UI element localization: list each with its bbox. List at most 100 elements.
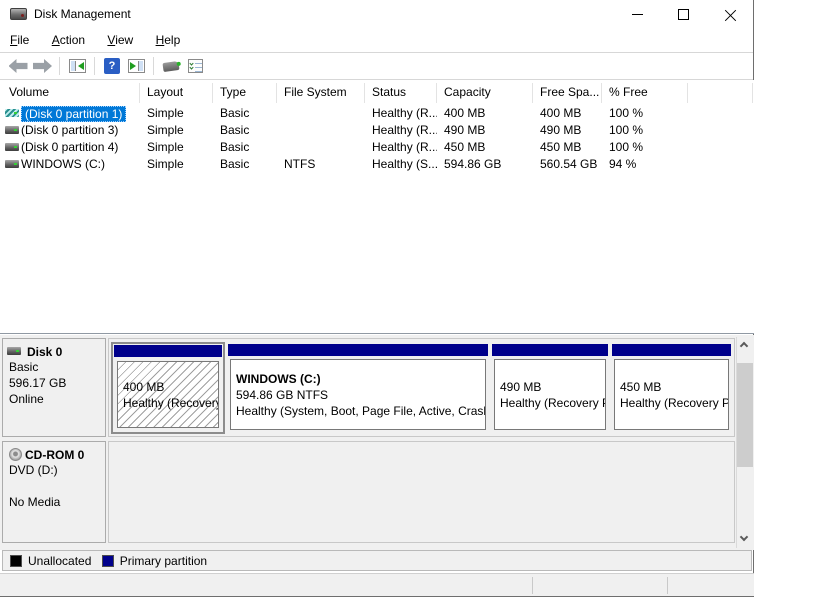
volume-row-disk0-partition1[interactable]: (Disk 0 partition 1) Simple Basic Health… xyxy=(0,105,754,122)
help-icon: ? xyxy=(104,58,120,74)
primary-partition-bar xyxy=(492,344,608,356)
back-icon xyxy=(9,59,28,73)
cell-file-system: NTFS xyxy=(277,156,365,173)
legend-label: Unallocated xyxy=(28,554,91,568)
cell-capacity: 594.86 GB xyxy=(437,156,533,173)
volume-name: (Disk 0 partition 1) xyxy=(21,106,126,122)
column-header-status[interactable]: Status xyxy=(365,83,437,103)
close-button[interactable] xyxy=(707,0,753,29)
cell-type: Basic xyxy=(213,105,277,122)
rescan-disks-button[interactable] xyxy=(159,55,183,77)
scrollbar-thumb[interactable] xyxy=(737,363,753,467)
legend-item-primary-partition: Primary partition xyxy=(102,551,207,570)
menu-view[interactable]: View xyxy=(98,29,142,52)
unallocated-color-swatch xyxy=(10,555,22,567)
cdrom-info-cell[interactable]: CD-ROM 0 DVD (D:) No Media xyxy=(2,441,106,543)
cell-status: Healthy (R... xyxy=(365,122,437,139)
cell-status: Healthy (S... xyxy=(365,156,437,173)
partition-block-recovery-400mb[interactable]: 400 MB Healthy (Recovery P xyxy=(111,342,225,434)
cdrom-type: DVD (D:) xyxy=(9,462,101,478)
cdrom-media-status: No Media xyxy=(9,494,101,510)
menu-file[interactable]: File xyxy=(1,29,38,52)
status-bar-divider xyxy=(667,577,668,594)
cdrom-name: CD-ROM 0 xyxy=(9,448,101,462)
maximize-button[interactable] xyxy=(661,0,707,29)
volume-icon xyxy=(5,143,19,151)
cell-type: Basic xyxy=(213,139,277,156)
show-action-pane-button[interactable] xyxy=(124,55,148,77)
disk0-info-cell[interactable]: Disk 0 Basic 596.17 GB Online xyxy=(2,338,106,437)
chevron-up-icon xyxy=(740,342,748,350)
cell-status: Healthy (R... xyxy=(365,139,437,156)
minimize-button[interactable] xyxy=(615,0,661,29)
menu-bar: File Action View Help xyxy=(0,29,753,53)
toolbar-separator xyxy=(59,57,60,75)
partition-block-windows-c[interactable]: WINDOWS (C:) 594.86 GB NTFS Healthy (Sys… xyxy=(228,344,488,432)
cell-type: Basic xyxy=(213,156,277,173)
partition-size: 400 MB xyxy=(123,379,218,395)
disk0-status: Online xyxy=(9,391,101,407)
back-button[interactable] xyxy=(6,55,30,77)
vertical-scrollbar[interactable] xyxy=(736,337,752,548)
help-button[interactable]: ? xyxy=(100,55,124,77)
cell-file-system xyxy=(277,139,365,156)
cell-layout: Simple xyxy=(140,139,213,156)
cell-capacity: 490 MB xyxy=(437,122,533,139)
cell-file-system xyxy=(277,122,365,139)
window-title: Disk Management xyxy=(34,7,131,21)
cell-capacity: 400 MB xyxy=(437,105,533,122)
scroll-up-button[interactable] xyxy=(737,337,753,354)
cd-rom-icon xyxy=(9,448,22,461)
cell-free-space: 450 MB xyxy=(533,139,602,156)
volume-list-header: Volume Layout Type File System Status Ca… xyxy=(0,83,754,103)
cell-capacity: 450 MB xyxy=(437,139,533,156)
chevron-down-icon xyxy=(740,533,748,541)
volume-name: (Disk 0 partition 3) xyxy=(21,122,118,139)
forward-button[interactable] xyxy=(30,55,54,77)
column-header-type[interactable]: Type xyxy=(213,83,277,103)
cdrom-label: CD-ROM 0 xyxy=(25,448,84,462)
cell-free-space: 560.54 GB xyxy=(533,156,602,173)
cell-file-system xyxy=(277,105,365,122)
graphical-view-pane: Disk 0 Basic 596.17 GB Online 400 MB Hea… xyxy=(0,335,754,550)
scroll-down-button[interactable] xyxy=(737,531,753,548)
column-header-volume[interactable]: Volume xyxy=(2,83,140,103)
properties-list-icon xyxy=(188,59,203,73)
column-header-capacity[interactable]: Capacity xyxy=(437,83,533,103)
forward-icon xyxy=(33,59,52,73)
cell-free-space: 400 MB xyxy=(533,105,602,122)
column-header-free-space[interactable]: Free Spa... xyxy=(533,83,602,103)
disk0-graph-cell: 400 MB Healthy (Recovery P WINDOWS (C:) … xyxy=(108,338,735,437)
properties-list-button[interactable] xyxy=(183,55,207,77)
volume-row-disk0-partition4[interactable]: (Disk 0 partition 4) Simple Basic Health… xyxy=(0,139,754,156)
volume-icon xyxy=(5,109,19,117)
cell-layout: Simple xyxy=(140,156,213,173)
volume-row-disk0-partition3[interactable]: (Disk 0 partition 3) Simple Basic Health… xyxy=(0,122,754,139)
column-header-file-system[interactable]: File System xyxy=(277,83,365,103)
volume-icon xyxy=(5,160,19,168)
volume-list-pane: Volume Layout Type File System Status Ca… xyxy=(0,80,754,334)
column-header-pct-free[interactable]: % Free xyxy=(602,83,688,103)
cell-pct-free: 94 % xyxy=(602,156,688,173)
partition-block-recovery-490mb[interactable]: 490 MB Healthy (Recovery P xyxy=(492,344,608,432)
cdrom-graph-cell[interactable] xyxy=(108,441,735,543)
maximize-icon xyxy=(678,9,689,20)
legend-label: Primary partition xyxy=(120,554,207,568)
menu-help[interactable]: Help xyxy=(147,29,190,52)
close-icon xyxy=(724,9,736,21)
rescan-disks-icon xyxy=(162,60,179,71)
partition-size: 450 MB xyxy=(620,379,728,395)
partition-status: Healthy (Recovery P xyxy=(500,395,605,411)
column-header-layout[interactable]: Layout xyxy=(140,83,213,103)
partition-block-recovery-450mb[interactable]: 450 MB Healthy (Recovery P xyxy=(612,344,731,432)
volume-row-windows-c[interactable]: WINDOWS (C:) Simple Basic NTFS Healthy (… xyxy=(0,156,754,173)
show-console-tree-button[interactable] xyxy=(65,55,89,77)
title-bar[interactable]: Disk Management xyxy=(0,0,753,29)
cell-pct-free: 100 % xyxy=(602,105,688,122)
disk0-label: Disk 0 xyxy=(27,345,62,359)
cell-status: Healthy (R... xyxy=(365,105,437,122)
volume-icon xyxy=(5,126,19,134)
cell-type: Basic xyxy=(213,122,277,139)
menu-action[interactable]: Action xyxy=(43,29,94,52)
cell-free-space: 490 MB xyxy=(533,122,602,139)
